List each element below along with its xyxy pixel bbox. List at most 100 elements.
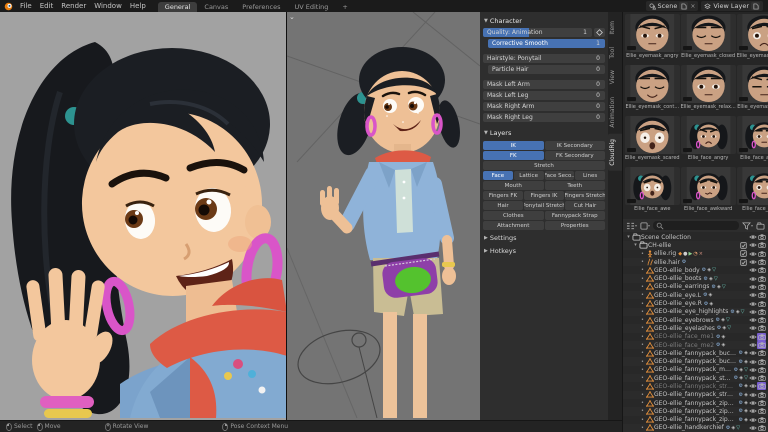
disable-render-camera-icon[interactable] <box>757 358 766 366</box>
property-hairstyle-ponytail[interactable]: Hairstyle: Ponytail0 <box>483 54 605 63</box>
outliner-row[interactable]: •GEO-ellie_fannypack_strap⚙◈▽ <box>623 374 768 382</box>
disable-render-camera-icon[interactable] <box>757 233 766 241</box>
layer-button-fannypack-strap[interactable]: Fannypack Strap <box>545 211 606 220</box>
new-scene-button[interactable] <box>679 2 688 10</box>
workspace-tab--[interactable]: + <box>335 2 354 12</box>
sidebar-tab-item[interactable]: Item <box>608 16 622 40</box>
layer-button-face[interactable]: Face <box>483 171 513 180</box>
layer-button-lattice[interactable]: Lattice <box>514 171 544 180</box>
hide-viewport-eye-icon[interactable] <box>748 341 757 349</box>
outliner-row[interactable]: •ellie.hair⚙ <box>623 258 768 266</box>
asset-item[interactable]: Ellie_face_awe <box>625 167 680 217</box>
layer-button-fk-secondary[interactable]: FK Secondary <box>545 151 606 160</box>
hide-viewport-eye-icon[interactable] <box>748 324 757 332</box>
disable-render-camera-icon[interactable] <box>757 382 766 390</box>
hide-viewport-eye-icon[interactable] <box>748 233 757 241</box>
outliner-row[interactable]: •GEO-ellie_face_me1⚙◈ <box>623 333 768 341</box>
asset-item[interactable]: Ellie_face_default <box>737 167 768 217</box>
hide-viewport-eye-icon[interactable] <box>748 424 757 432</box>
hide-viewport-eye-icon[interactable] <box>748 283 757 291</box>
outliner-row[interactable]: •GEO-ellie_fannypack_zipper_stop⚙◈ <box>623 407 768 415</box>
layer-button-ik[interactable]: IK <box>483 141 544 150</box>
sidebar-tab-animation[interactable]: Animation <box>608 92 622 133</box>
disable-render-camera-icon[interactable] <box>757 333 766 341</box>
hide-viewport-eye-icon[interactable] <box>748 416 757 424</box>
new-view-layer-button[interactable] <box>751 2 760 10</box>
character-panel-header[interactable]: ▼ Character <box>483 15 605 28</box>
disable-render-camera-icon[interactable] <box>757 241 766 249</box>
outliner-row[interactable]: ▾Scene Collection <box>623 233 768 241</box>
layer-button-properties[interactable]: Properties <box>545 221 606 230</box>
hide-viewport-eye-icon[interactable] <box>748 241 757 249</box>
menu-help[interactable]: Help <box>126 2 150 10</box>
hide-viewport-eye-icon[interactable] <box>748 391 757 399</box>
layer-button-stretch[interactable]: Stretch <box>483 161 605 170</box>
layer-button-fingers-ik[interactable]: Fingers IK <box>524 191 564 200</box>
asset-item[interactable]: Ellie_eyemask_squint <box>737 65 768 115</box>
exclude-checkbox-icon[interactable] <box>739 250 748 258</box>
hide-viewport-eye-icon[interactable] <box>748 316 757 324</box>
panel-header-settings[interactable]: ▶Settings <box>483 230 605 243</box>
asset-item[interactable]: Ellie_face_awkward <box>681 167 736 217</box>
render-preview-panel[interactable] <box>0 12 287 420</box>
outliner-row[interactable]: •ellie.rig◆●▶◔× <box>623 250 768 258</box>
hide-viewport-eye-icon[interactable] <box>748 275 757 283</box>
disable-render-camera-icon[interactable] <box>757 291 766 299</box>
disable-render-camera-icon[interactable] <box>757 283 766 291</box>
outliner-row[interactable]: •GEO-ellie_fannypack_main⚙◈▽ <box>623 366 768 374</box>
asset-item[interactable]: Ellie_eyemask_relax... <box>681 65 736 115</box>
workspace-tab-preferences[interactable]: Preferences <box>235 2 287 12</box>
layer-button-clothes[interactable]: Clothes <box>483 211 544 220</box>
disable-render-camera-icon[interactable] <box>757 250 766 258</box>
exclude-checkbox-icon[interactable] <box>739 241 748 249</box>
property-mask-right-arm[interactable]: Mask Right Arm0 <box>483 102 605 111</box>
scene-selector[interactable]: Scene × <box>646 1 699 11</box>
layer-button-attachment[interactable]: Attachment <box>483 221 544 230</box>
filter-icon[interactable]: ▾ <box>742 222 753 230</box>
outliner-search-input[interactable] <box>653 221 739 230</box>
exclude-checkbox-icon[interactable] <box>739 258 748 266</box>
disable-render-camera-icon[interactable] <box>757 374 766 382</box>
layers-panel-header[interactable]: ▼ Layers <box>483 127 605 140</box>
layer-button-teeth[interactable]: Teeth <box>545 181 606 190</box>
menu-edit[interactable]: Edit <box>36 2 58 10</box>
panel-header-hotkeys[interactable]: ▶Hotkeys <box>483 243 605 256</box>
hide-viewport-eye-icon[interactable] <box>748 366 757 374</box>
outliner-row[interactable]: •GEO-ellie_fannypack_buckle_rim⚙◈ <box>623 357 768 365</box>
display-mode-icon[interactable]: ▾ <box>640 222 650 230</box>
expand-icon[interactable]: ▾ <box>632 242 639 248</box>
outliner-row[interactable]: •GEO-ellie_body⚙◈▽ <box>623 266 768 274</box>
hide-viewport-eye-icon[interactable] <box>748 300 757 308</box>
layer-button-mouth[interactable]: Mouth <box>483 181 544 190</box>
disable-render-camera-icon[interactable] <box>757 407 766 415</box>
layer-button-hair[interactable]: Hair <box>483 201 523 210</box>
keyframe-icon[interactable] <box>594 28 605 37</box>
menu-file[interactable]: File <box>16 2 36 10</box>
asset-item[interactable]: Ellie_face_angry <box>681 116 736 166</box>
hide-viewport-eye-icon[interactable] <box>748 266 757 274</box>
outliner-row[interactable]: •GEO-ellie_fannypack_strap_end⚙◈ <box>623 382 768 390</box>
blender-logo-icon[interactable] <box>3 2 14 11</box>
workspace-tab-general[interactable]: General <box>158 2 198 12</box>
hide-viewport-eye-icon[interactable] <box>748 358 757 366</box>
property-mask-left-arm[interactable]: Mask Left Arm0 <box>483 80 605 89</box>
workspace-tab-uv-editing[interactable]: UV Editing <box>288 2 336 12</box>
sidebar-tab-tool[interactable]: Tool <box>608 42 622 64</box>
disable-render-camera-icon[interactable] <box>757 391 766 399</box>
outliner-row[interactable]: •GEO-ellie_eye.R⚙◈ <box>623 299 768 307</box>
asset-item[interactable]: Ellie_eyemask_conc... <box>737 14 768 64</box>
sidebar-tab-view[interactable]: View <box>608 65 622 89</box>
hide-viewport-eye-icon[interactable] <box>748 407 757 415</box>
property-mask-left-leg[interactable]: Mask Left Leg0 <box>483 91 605 100</box>
new-collection-icon[interactable] <box>756 222 765 230</box>
outliner-row[interactable]: •GEO-ellie_fannypack_zippers⚙◈ <box>623 416 768 424</box>
workspace-tab-canvas[interactable]: Canvas <box>197 2 235 12</box>
expand-icon[interactable]: ▾ <box>625 234 632 240</box>
outliner-row[interactable]: •GEO-ellie_earrings⚙◈▽ <box>623 283 768 291</box>
viewport-3d[interactable]: ⌄ <box>287 12 480 420</box>
sidebar-tab-cloudrig[interactable]: CloudRig <box>608 134 622 171</box>
outliner-row[interactable]: •GEO-ellie_fannypack_buckle_out⚙◈ <box>623 349 768 357</box>
disable-render-camera-icon[interactable] <box>757 349 766 357</box>
outliner-row[interactable]: •GEO-ellie_fannypack_strap_slide⚙◈ <box>623 391 768 399</box>
disable-render-camera-icon[interactable] <box>757 416 766 424</box>
